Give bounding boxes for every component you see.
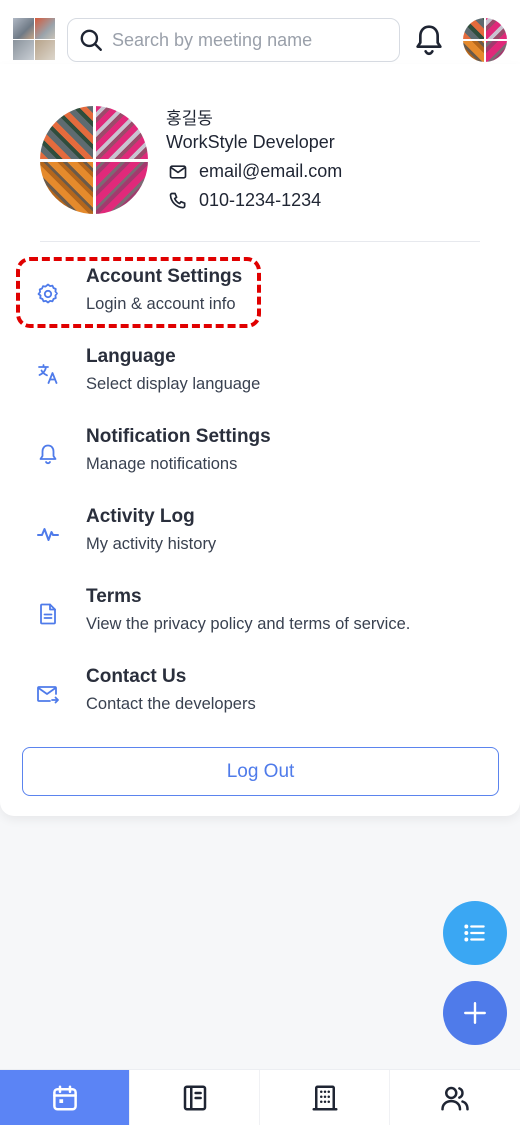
mail-icon <box>169 164 187 179</box>
app-logo[interactable] <box>13 18 55 60</box>
top-bar <box>0 0 520 64</box>
menu-item-activity-log[interactable]: Activity Log My activity history <box>0 502 520 568</box>
logout-button[interactable]: Log Out <box>22 747 499 796</box>
profile-phone: 010-1234-1234 <box>199 190 322 210</box>
profile-phone-row: 010-1234-1234 <box>168 190 321 211</box>
profile-name: 홍길동 <box>166 109 213 128</box>
menu-item-subtitle: Manage notifications <box>86 455 238 473</box>
search-input[interactable] <box>112 29 382 51</box>
avatar[interactable] <box>463 18 507 62</box>
tab-notebook[interactable] <box>130 1070 260 1125</box>
menu-item-title: Terms <box>86 586 142 607</box>
menu-item-subtitle: Select display language <box>86 375 261 393</box>
activity-icon <box>37 528 59 541</box>
profile-menu-panel: 홍길동 WorkStyle Developer email@email.com … <box>0 64 520 816</box>
bell-icon[interactable] <box>413 22 445 58</box>
calendar-icon <box>52 1085 77 1111</box>
menu-item-subtitle: My activity history <box>86 535 217 553</box>
menu-item-notification-settings[interactable]: Notification Settings Manage notificatio… <box>0 422 520 488</box>
search-box[interactable] <box>67 18 400 62</box>
bell-icon <box>39 444 57 465</box>
menu-item-title: Contact Us <box>86 666 187 687</box>
tab-building[interactable] <box>260 1070 390 1125</box>
notebook-icon <box>183 1085 206 1111</box>
highlight-annotation <box>16 257 261 328</box>
menu-item-title: Language <box>86 346 176 367</box>
menu-item-contact-us[interactable]: Contact Us Contact the developers <box>0 662 520 728</box>
profile-role: WorkStyle Developer <box>166 132 335 152</box>
add-fab-button[interactable] <box>443 981 507 1045</box>
document-icon <box>40 603 56 625</box>
phone-icon <box>169 192 186 208</box>
divider <box>40 241 480 242</box>
building-icon <box>312 1085 337 1111</box>
translate-icon <box>38 364 58 384</box>
profile-email: email@email.com <box>199 161 343 181</box>
mail-send-icon <box>37 686 59 704</box>
search-icon <box>80 29 102 51</box>
plus-icon <box>464 1002 486 1024</box>
menu-item-subtitle: Contact the developers <box>86 695 256 713</box>
list-icon <box>464 924 485 942</box>
bottom-nav <box>0 1069 520 1125</box>
profile-avatar <box>40 106 148 214</box>
menu-item-subtitle: View the privacy policy and terms of ser… <box>86 615 411 633</box>
menu-item-title: Activity Log <box>86 506 195 527</box>
tab-calendar[interactable] <box>0 1070 130 1125</box>
list-fab-button[interactable] <box>443 901 507 965</box>
profile-email-row: email@email.com <box>168 161 342 182</box>
menu-item-terms[interactable]: Terms View the privacy policy and terms … <box>0 582 520 648</box>
tab-users[interactable] <box>390 1070 520 1125</box>
menu-item-language[interactable]: Language Select display language <box>0 342 520 408</box>
menu-item-title: Notification Settings <box>86 426 271 447</box>
users-icon <box>441 1086 469 1111</box>
